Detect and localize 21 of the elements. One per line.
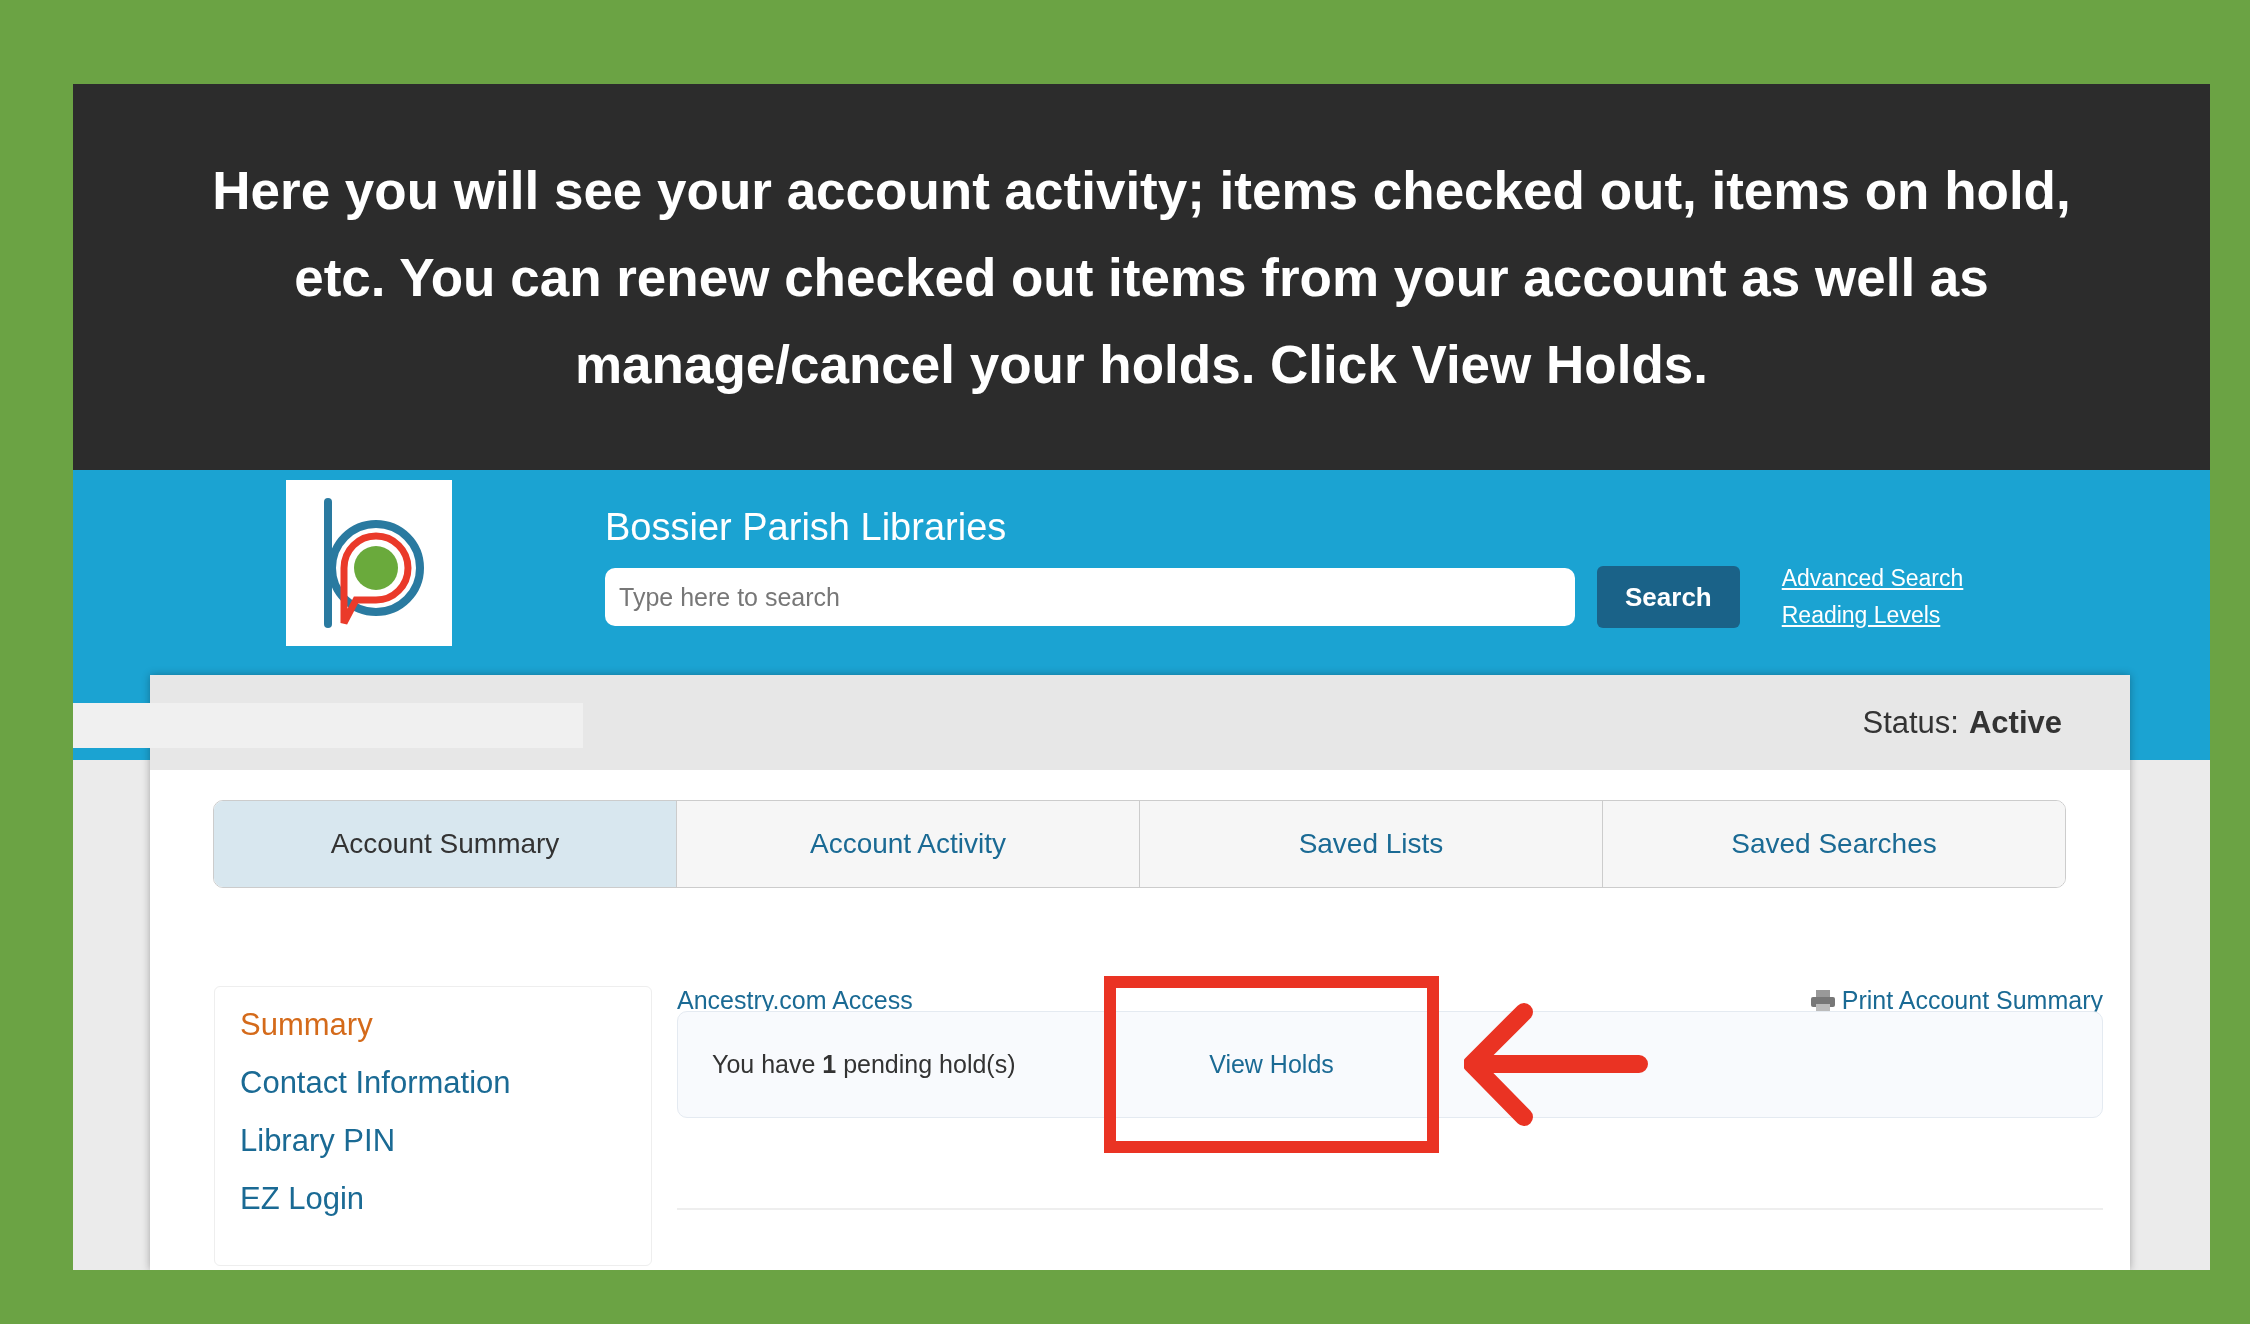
sidebar-item[interactable]: Summary <box>240 1007 626 1043</box>
sidebar-item[interactable]: Library PIN <box>240 1123 626 1159</box>
ancestry-link[interactable]: Ancestry.com Access <box>677 986 913 1015</box>
library-logo[interactable] <box>286 480 452 646</box>
account-tab[interactable]: Saved Searches <box>1603 801 2065 887</box>
status-value: Active <box>1968 704 2062 741</box>
instruction-caption: Here you will see your account activity; items checked out, items on hold, etc. You can renew checked out items from your account as well as manage/cancel your holds. Click View Holds. <box>211 159 2072 396</box>
pending-holds-text: You have 1 pending hold(s) <box>712 1050 1017 1079</box>
sidebar-item[interactable]: EZ Login <box>240 1181 626 1217</box>
print-summary-link[interactable]: Print Account Summary <box>1809 986 2103 1015</box>
pointer-arrow-icon <box>1464 1002 1649 1127</box>
account-tab[interactable]: Saved Lists <box>1140 801 1603 887</box>
status-label: Status: <box>1862 704 1959 741</box>
printer-icon <box>1809 988 1836 1013</box>
view-holds-link[interactable]: View Holds <box>1209 1050 1334 1079</box>
account-tab[interactable]: Account Activity <box>677 801 1140 887</box>
search-button[interactable]: Search <box>1597 566 1740 628</box>
site-title: Bossier Parish Libraries <box>605 506 1008 549</box>
search-field[interactable]: Type here to search <box>605 568 1575 626</box>
account-tab[interactable]: Account Summary <box>214 801 677 887</box>
sidebar-item[interactable]: Contact Information <box>240 1065 626 1101</box>
